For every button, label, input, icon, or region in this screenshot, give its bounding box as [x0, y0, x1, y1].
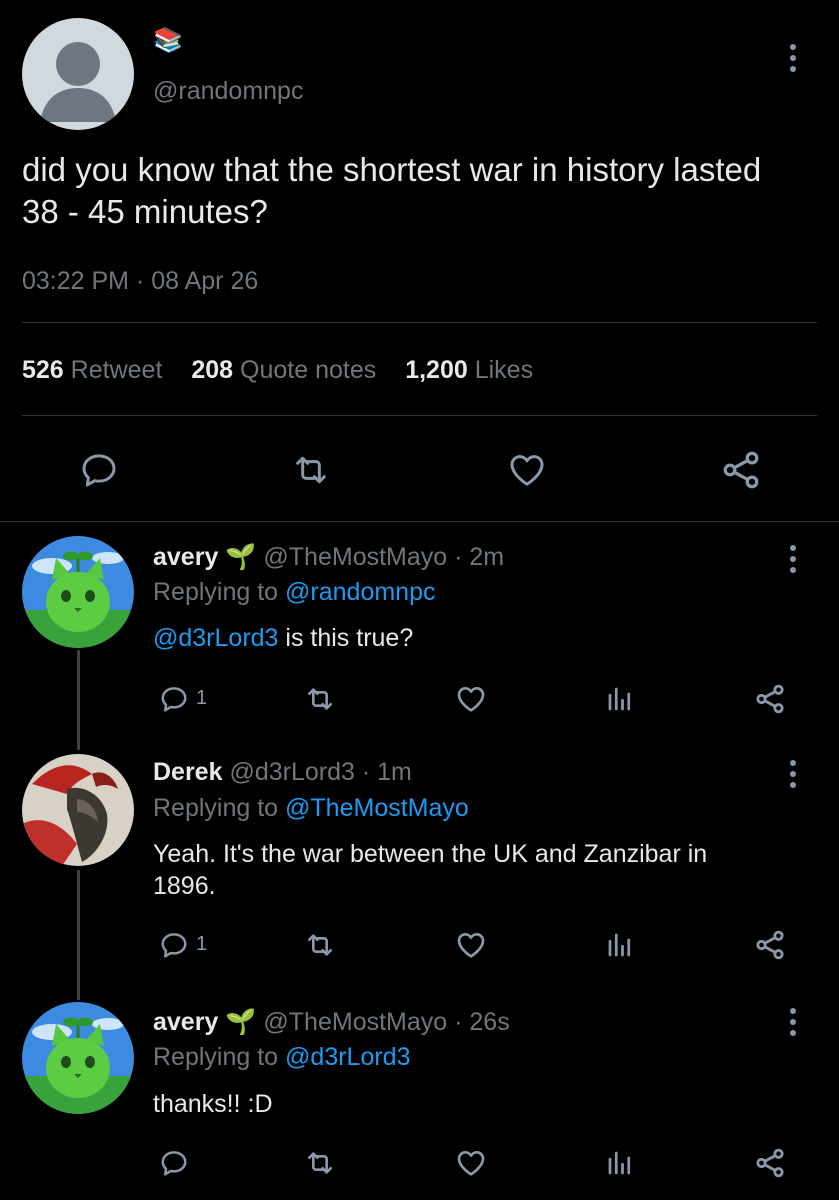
reply-icon[interactable] [158, 684, 190, 714]
reply-icon[interactable] [158, 1148, 190, 1178]
cat-avatar-icon [22, 1002, 134, 1114]
replying-to-handle[interactable]: @TheMostMayo [285, 794, 469, 822]
more-options-icon[interactable] [786, 545, 800, 573]
share-icon[interactable] [752, 682, 788, 716]
reply-text: @d3rLord3 is this true? [153, 622, 413, 654]
retweet-icon[interactable] [288, 450, 334, 490]
armor-avatar-icon [22, 754, 134, 866]
reply-author-name[interactable]: avery [153, 1008, 218, 1036]
reply-icon[interactable] [158, 930, 190, 960]
author-avatar[interactable] [22, 18, 134, 130]
reply-author-name[interactable]: Derek [153, 758, 223, 786]
likes-label: Likes [474, 356, 534, 384]
share-icon[interactable] [752, 928, 788, 962]
retweet-stat[interactable]: 526 Retweet [22, 356, 169, 384]
retweet-label: Retweet [70, 356, 163, 384]
like-icon[interactable] [505, 450, 549, 490]
analytics-icon[interactable] [605, 930, 635, 960]
thread-line [77, 650, 80, 750]
retweet-icon[interactable] [302, 683, 338, 715]
replying-to-label: Replying to [153, 578, 279, 606]
quote-count: 208 [191, 356, 234, 384]
quote-label: Quote notes [240, 356, 377, 384]
like-icon[interactable] [454, 1147, 488, 1179]
reply-author-handle[interactable]: @TheMostMayo [263, 543, 447, 571]
tweet-text-line1: did you know that the shortest war in hi… [22, 151, 762, 188]
like-icon[interactable] [454, 683, 488, 715]
share-icon[interactable] [752, 1146, 788, 1180]
stats-row: 526 Retweet 208 Quote notes 1,200 Likes [22, 355, 533, 385]
reply-header: avery 🌱 @TheMostMayo · 26s [153, 1006, 510, 1038]
replying-to-line: Replying to @TheMostMayo [153, 792, 469, 824]
likes-stat[interactable]: 1,200 Likes [405, 356, 533, 384]
reply-time: · 26s [454, 1008, 510, 1036]
like-icon[interactable] [454, 929, 488, 961]
reply-avatar[interactable] [22, 754, 134, 866]
reply-time: · 2m [454, 543, 505, 571]
reply-header: avery 🌱 @TheMostMayo · 2m [153, 541, 504, 573]
more-options-icon[interactable] [786, 1008, 800, 1036]
reply-author-emoji: 🌱 [225, 1008, 257, 1036]
replying-to-handle[interactable]: @randomnpc [285, 578, 435, 606]
replying-to-label: Replying to [153, 794, 279, 822]
thread-line [77, 870, 80, 1000]
reply-body: is this true? [278, 624, 414, 652]
default-avatar-icon [40, 42, 116, 122]
divider [0, 521, 839, 522]
author-badge-emoji: 📚 [153, 27, 183, 54]
replying-to-handle[interactable]: @d3rLord3 [285, 1043, 410, 1071]
reply-text-line1: Yeah. It's the war between the UK and Za… [153, 840, 708, 868]
reply-text-line2: 1896. [153, 872, 216, 900]
more-options-icon[interactable] [786, 760, 800, 788]
more-options-icon[interactable] [786, 44, 800, 72]
analytics-icon[interactable] [605, 1148, 635, 1178]
author-handle[interactable]: @randomnpc [153, 76, 303, 106]
analytics-icon[interactable] [605, 684, 635, 714]
quote-stat[interactable]: 208 Quote notes [191, 356, 383, 384]
replying-to-line: Replying to @randomnpc [153, 576, 435, 608]
share-icon[interactable] [718, 448, 764, 492]
replying-to-label: Replying to [153, 1043, 279, 1071]
reply-icon[interactable] [78, 450, 120, 490]
retweet-count: 526 [22, 356, 64, 384]
divider [22, 415, 817, 416]
likes-count: 1,200 [405, 356, 468, 384]
mention-link[interactable]: @d3rLord3 [153, 624, 278, 652]
replying-to-line: Replying to @d3rLord3 [153, 1041, 410, 1073]
divider [22, 322, 817, 323]
reply-author-name[interactable]: avery [153, 543, 218, 571]
reply-time: · 1m [361, 758, 412, 786]
reply-count: 1 [196, 933, 208, 955]
retweet-icon[interactable] [302, 929, 338, 961]
retweet-icon[interactable] [302, 1147, 338, 1179]
reply-author-handle[interactable]: @TheMostMayo [263, 1008, 447, 1036]
tweet-timestamp[interactable]: 03:22 PM · 08 Apr 26 [22, 266, 258, 296]
tweet-text-line2: 38 - 45 minutes? [22, 193, 268, 230]
reply-author-handle[interactable]: @d3rLord3 [229, 758, 354, 786]
reply-avatar[interactable] [22, 536, 134, 648]
reply-count: 1 [196, 687, 208, 709]
reply-author-emoji: 🌱 [225, 543, 257, 571]
reply-text: thanks!! :D [153, 1090, 273, 1118]
reply-header: Derek @d3rLord3 · 1m [153, 756, 412, 788]
cat-avatar-icon [22, 536, 134, 648]
reply-avatar[interactable] [22, 1002, 134, 1114]
